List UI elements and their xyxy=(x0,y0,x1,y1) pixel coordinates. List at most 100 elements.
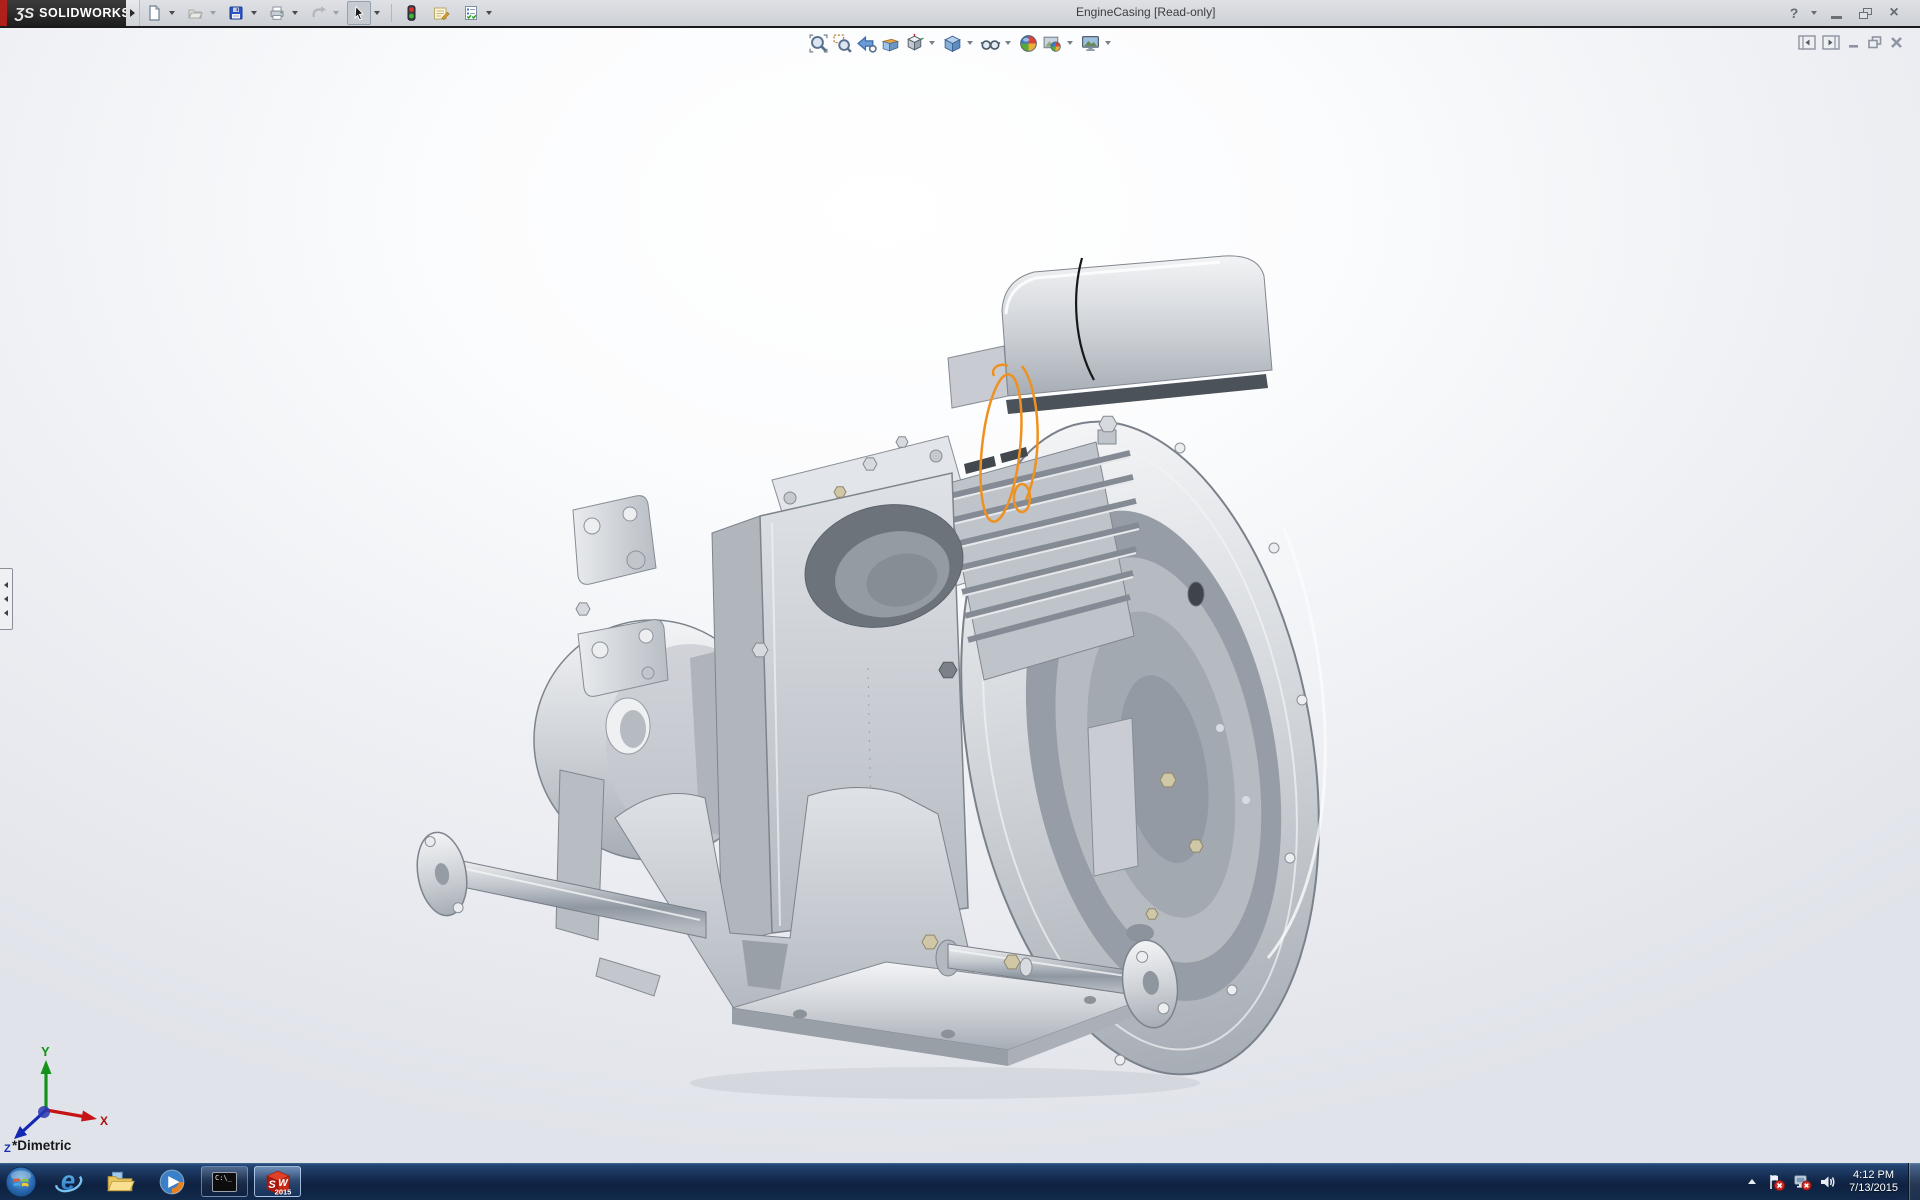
show-desktop-button[interactable] xyxy=(1908,1163,1920,1200)
titlebar: ƷS SOLIDWORKS xyxy=(0,0,1920,26)
clock-time: 4:12 PM xyxy=(1849,1169,1898,1182)
collapse-left-pane-button[interactable] xyxy=(1798,35,1816,50)
new-document-dropdown[interactable] xyxy=(166,1,177,25)
solidworks-wordmark: SOLIDWORKS xyxy=(39,6,130,20)
taskbar-internet-explorer[interactable]: e xyxy=(42,1163,94,1200)
top-cap[interactable] xyxy=(948,256,1272,414)
taskbar-windows-explorer[interactable] xyxy=(94,1163,146,1200)
save-icon xyxy=(228,5,244,21)
help-dropdown[interactable] xyxy=(1808,2,1820,24)
headsup-toolbar xyxy=(806,31,1116,55)
new-document-button[interactable] xyxy=(142,1,166,25)
view-orientation-button[interactable] xyxy=(902,31,926,55)
undo-button[interactable] xyxy=(306,1,330,25)
zoom-to-area-button[interactable] xyxy=(830,31,854,55)
start-button[interactable] xyxy=(0,1163,42,1200)
view-settings-dropdown[interactable] xyxy=(1102,31,1114,55)
graphics-area[interactable]: Y X Z *Dimetric xyxy=(0,28,1920,1163)
taskbar-clock[interactable]: 4:12 PM 7/13/2015 xyxy=(1841,1169,1908,1195)
view-orientation-dropdown[interactable] xyxy=(926,31,938,55)
appearance-ball-icon xyxy=(1018,33,1039,54)
view-settings-button[interactable] xyxy=(1078,31,1102,55)
pane-left-icon xyxy=(1798,35,1816,50)
featuremanager-collapsed-tab[interactable] xyxy=(0,568,13,630)
comment-button[interactable] xyxy=(429,1,453,25)
pane-right-icon xyxy=(1822,35,1840,50)
open-document-button[interactable] xyxy=(183,1,207,25)
comment-note-icon xyxy=(433,5,450,21)
doc-restore-icon xyxy=(1867,35,1883,50)
doc-minimize-button[interactable] xyxy=(1846,35,1861,50)
menu-expand-icon xyxy=(130,9,135,17)
main-toolbar xyxy=(142,1,500,25)
collapse-right-pane-button[interactable] xyxy=(1822,35,1840,50)
display-style-button[interactable] xyxy=(940,31,964,55)
action-center-button[interactable] xyxy=(1763,1163,1789,1200)
network-status-button[interactable] xyxy=(1789,1163,1815,1200)
menu-expand-button[interactable] xyxy=(126,0,140,26)
display-style-dropdown[interactable] xyxy=(964,31,976,55)
open-document-dropdown[interactable] xyxy=(207,1,218,25)
app-icon-strip xyxy=(0,0,7,26)
engine-casing-model[interactable] xyxy=(0,28,1920,1163)
minimize-button[interactable] xyxy=(1824,2,1848,24)
apply-scene-button[interactable] xyxy=(1040,31,1064,55)
network-disconnected-icon xyxy=(1792,1172,1812,1192)
view-orientation-icon xyxy=(904,33,925,54)
design-checker-icon xyxy=(463,5,479,21)
design-checker-dropdown[interactable] xyxy=(483,1,494,25)
taskbar-command-prompt[interactable]: C:\_ xyxy=(201,1166,248,1197)
hide-show-items-dropdown[interactable] xyxy=(1002,31,1014,55)
restore-button[interactable] xyxy=(1852,2,1878,24)
window-title: EngineCasing [Read-only] xyxy=(1076,5,1215,19)
display-style-icon xyxy=(942,33,963,54)
chevron-down-icon xyxy=(1811,11,1817,15)
view-settings-icon xyxy=(1080,33,1101,54)
solidworks-2015-icon: S W 2015 xyxy=(263,1167,293,1197)
edit-appearance-button[interactable] xyxy=(1016,31,1040,55)
design-checker-button[interactable] xyxy=(459,1,483,25)
left-gasket-flange-upper[interactable] xyxy=(573,496,656,585)
section-view-button[interactable] xyxy=(878,31,902,55)
interference-detection-button[interactable] xyxy=(399,1,423,25)
apply-scene-dropdown[interactable] xyxy=(1064,31,1076,55)
select-dropdown[interactable] xyxy=(371,1,382,25)
triad-z-label: Z xyxy=(4,1143,11,1154)
eyeglasses-icon xyxy=(980,33,1001,54)
zoom-to-fit-icon xyxy=(808,33,829,54)
select-button[interactable] xyxy=(347,1,371,25)
chevron-left-icon xyxy=(4,596,8,602)
doc-minimize-icon xyxy=(1846,35,1861,50)
zoom-to-fit-button[interactable] xyxy=(806,31,830,55)
taskbar-media-player[interactable] xyxy=(146,1163,198,1200)
doc-close-button[interactable] xyxy=(1889,35,1904,50)
save-button[interactable] xyxy=(224,1,248,25)
taskbar-solidworks[interactable]: S W 2015 xyxy=(254,1166,301,1197)
speaker-icon xyxy=(1818,1172,1838,1192)
volume-button[interactable] xyxy=(1815,1163,1841,1200)
undo-dropdown[interactable] xyxy=(330,1,341,25)
windows-logo-icon xyxy=(5,1166,37,1198)
doc-restore-button[interactable] xyxy=(1867,35,1883,50)
save-dropdown[interactable] xyxy=(248,1,259,25)
print-icon xyxy=(269,5,285,21)
action-center-flag-icon xyxy=(1766,1172,1786,1192)
doc-close-icon xyxy=(1889,35,1904,50)
solidworks-logo-mark: ƷS xyxy=(15,5,34,22)
solidworks-logo: ƷS SOLIDWORKS xyxy=(7,0,126,26)
folder-icon xyxy=(105,1167,135,1197)
minimize-icon xyxy=(1831,16,1842,19)
tray-show-hidden-button[interactable] xyxy=(1741,1163,1763,1200)
traffic-light-icon xyxy=(403,5,419,21)
previous-view-button[interactable] xyxy=(854,31,878,55)
document-window-controls xyxy=(1798,35,1904,50)
open-document-icon xyxy=(187,5,203,21)
help-button[interactable]: ? xyxy=(1784,2,1804,24)
toolbar-separator xyxy=(391,4,392,22)
hide-show-items-button[interactable] xyxy=(978,31,1002,55)
clock-date: 7/13/2015 xyxy=(1849,1182,1898,1195)
chevron-left-icon xyxy=(4,610,8,616)
close-button[interactable]: × xyxy=(1882,2,1906,24)
print-button[interactable] xyxy=(265,1,289,25)
print-dropdown[interactable] xyxy=(289,1,300,25)
